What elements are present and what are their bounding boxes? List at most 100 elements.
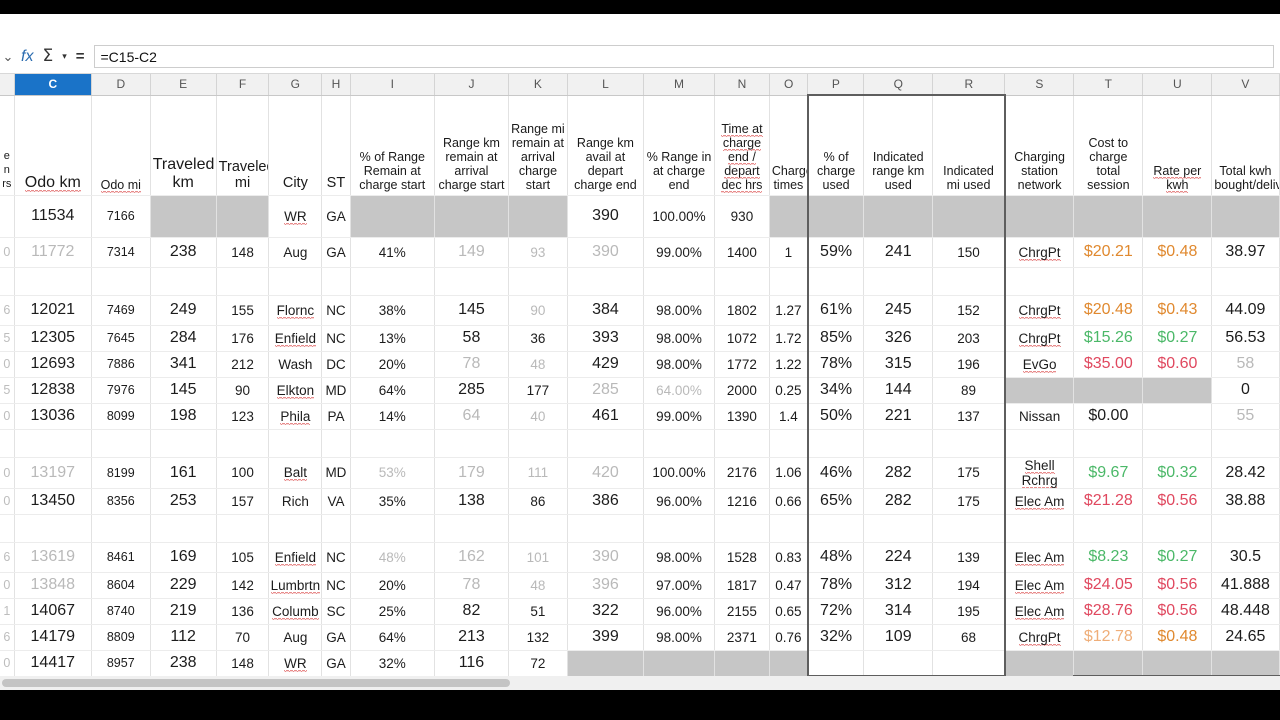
cell-range-mi-arrival[interactable]: 51 — [508, 598, 568, 625]
cell-city[interactable]: Phila — [268, 403, 323, 430]
cell-traveled-mi[interactable]: 123 — [216, 403, 270, 430]
cell-pct-range-end[interactable]: 96.00% — [643, 598, 716, 625]
cell-charge-times[interactable] — [769, 267, 809, 296]
cell-pct-range-end[interactable] — [643, 514, 716, 543]
column-header-V[interactable]: V — [1211, 74, 1280, 96]
cell-range-km-arrival[interactable]: 149 — [434, 237, 510, 268]
cell-state[interactable] — [321, 429, 351, 458]
cell-charging-network[interactable]: EvGo — [1004, 351, 1075, 378]
cell-range-mi-arrival[interactable]: 48 — [508, 572, 568, 599]
cell-odo-km[interactable]: 14067 — [14, 598, 92, 625]
cell-indicated-mi-used[interactable] — [932, 267, 1006, 296]
column-header-G[interactable]: G — [268, 74, 323, 96]
cell-pct-range-end[interactable]: 98.00% — [643, 351, 716, 378]
cell-traveled-km[interactable]: 145 — [150, 377, 217, 404]
cell-traveled-km[interactable]: 219 — [150, 598, 217, 625]
cell-total-kwh[interactable]: 41.888 — [1211, 572, 1280, 599]
cell-indicated-range-km[interactable] — [863, 514, 934, 543]
cell-odo-mi[interactable]: 8740 — [91, 598, 151, 625]
cell-range-km-arrival[interactable] — [434, 267, 510, 296]
cell-time-at-charge-end[interactable]: 1528 — [714, 542, 770, 573]
cell-rate-per-kwh[interactable]: $0.48 — [1142, 237, 1213, 268]
cell-range-mi-arrival[interactable]: 177 — [508, 377, 568, 404]
cell-total-kwh[interactable]: 48.448 — [1211, 598, 1280, 625]
cell-pct-range-end[interactable]: 100.00% — [643, 195, 716, 238]
cell-pct-range-start[interactable]: 13% — [350, 325, 435, 352]
row-stub-cell[interactable]: 5 — [0, 325, 15, 352]
cell-cost-to-charge[interactable]: $9.67 — [1073, 457, 1144, 489]
cell-range-km-depart[interactable]: 390 — [567, 237, 644, 268]
column-header-Q[interactable]: Q — [863, 74, 934, 96]
cell-indicated-range-km[interactable]: 245 — [863, 295, 934, 326]
cell-odo-mi[interactable]: 8099 — [91, 403, 151, 430]
column-header-T[interactable]: T — [1073, 74, 1144, 96]
cell-city[interactable]: WR — [268, 650, 323, 676]
cell-indicated-range-km[interactable]: 109 — [863, 624, 934, 651]
cell-range-km-arrival[interactable]: 179 — [434, 457, 510, 489]
row-stub-cell[interactable]: 1 — [0, 598, 15, 625]
cell-pct-range-start[interactable] — [350, 267, 435, 296]
cell-state[interactable]: GA — [321, 195, 351, 238]
cell-range-km-depart[interactable]: 285 — [567, 377, 644, 404]
cell-charge-times[interactable]: 0.66 — [769, 488, 809, 515]
cell-range-km-depart[interactable]: 396 — [567, 572, 644, 599]
cell-range-km-depart[interactable]: 393 — [567, 325, 644, 352]
cell-traveled-mi[interactable]: 155 — [216, 295, 270, 326]
column-header-O[interactable]: O — [769, 74, 809, 96]
cell-pct-charge-used[interactable] — [806, 267, 865, 296]
cell-state[interactable]: SC — [321, 598, 351, 625]
cell-indicated-mi-used[interactable]: 175 — [932, 488, 1006, 515]
cell-range-km-depart[interactable] — [567, 514, 644, 543]
cell-state[interactable]: VA — [321, 488, 351, 515]
cell-pct-range-start[interactable]: 35% — [350, 488, 435, 515]
cell-indicated-mi-used[interactable]: 152 — [932, 295, 1006, 326]
cell-traveled-km[interactable] — [150, 429, 217, 458]
cell-pct-charge-used[interactable]: 59% — [806, 237, 865, 268]
cell-cost-to-charge[interactable]: $20.48 — [1073, 295, 1144, 326]
cell-pct-range-end[interactable]: 98.00% — [643, 325, 716, 352]
cell-rate-per-kwh[interactable]: $0.32 — [1142, 457, 1213, 489]
cell-range-km-depart[interactable] — [567, 267, 644, 296]
cell-cost-to-charge[interactable]: $8.23 — [1073, 542, 1144, 573]
cell-total-kwh[interactable]: 0 — [1211, 377, 1280, 404]
cell-range-mi-arrival[interactable] — [508, 195, 568, 238]
cell-charging-network[interactable]: ChrgPt — [1004, 624, 1075, 651]
cell-time-at-charge-end[interactable] — [714, 267, 770, 296]
row-stub-cell[interactable]: 0 — [0, 403, 15, 430]
cell-traveled-km[interactable]: 341 — [150, 351, 217, 378]
cell-traveled-mi[interactable]: 100 — [216, 457, 270, 489]
row-stub-cell[interactable] — [0, 514, 15, 543]
cell-indicated-mi-used[interactable]: 68 — [932, 624, 1006, 651]
cell-pct-charge-used[interactable]: 61% — [806, 295, 865, 326]
cell-pct-range-end[interactable] — [643, 267, 716, 296]
cell-state[interactable]: NC — [321, 295, 351, 326]
column-header-U[interactable]: U — [1142, 74, 1213, 96]
cell-city[interactable] — [268, 429, 323, 458]
cell-state[interactable] — [321, 267, 351, 296]
cell-range-mi-arrival[interactable]: 90 — [508, 295, 568, 326]
cell-pct-range-start[interactable]: 53% — [350, 457, 435, 489]
cell-range-mi-arrival[interactable]: 36 — [508, 325, 568, 352]
cell-traveled-mi[interactable]: 105 — [216, 542, 270, 573]
cell-indicated-mi-used[interactable]: 150 — [932, 237, 1006, 268]
cell-pct-charge-used[interactable] — [806, 195, 865, 238]
cell-pct-charge-used[interactable]: 32% — [806, 624, 865, 651]
cell-state[interactable] — [321, 514, 351, 543]
cell-odo-mi[interactable] — [91, 514, 151, 543]
cell-total-kwh[interactable] — [1211, 429, 1280, 458]
cell-range-km-arrival[interactable]: 64 — [434, 403, 510, 430]
column-header-P[interactable]: P — [807, 74, 865, 96]
cell-indicated-range-km[interactable] — [863, 650, 934, 676]
cell-pct-charge-used[interactable] — [806, 514, 865, 543]
cell-cost-to-charge[interactable] — [1073, 650, 1144, 676]
cell-cost-to-charge[interactable]: $35.00 — [1073, 351, 1144, 378]
cell-charge-times[interactable] — [769, 514, 809, 543]
cell-indicated-range-km[interactable]: 282 — [863, 488, 934, 515]
cell-cost-to-charge[interactable]: $24.05 — [1073, 572, 1144, 599]
cell-pct-range-end[interactable]: 96.00% — [643, 488, 716, 515]
cell-indicated-mi-used[interactable]: 175 — [932, 457, 1006, 489]
cell-rate-per-kwh[interactable] — [1142, 429, 1213, 458]
cell-range-km-depart[interactable]: 461 — [567, 403, 644, 430]
cell-odo-km[interactable] — [14, 429, 92, 458]
cell-cost-to-charge[interactable]: $0.00 — [1073, 403, 1144, 430]
